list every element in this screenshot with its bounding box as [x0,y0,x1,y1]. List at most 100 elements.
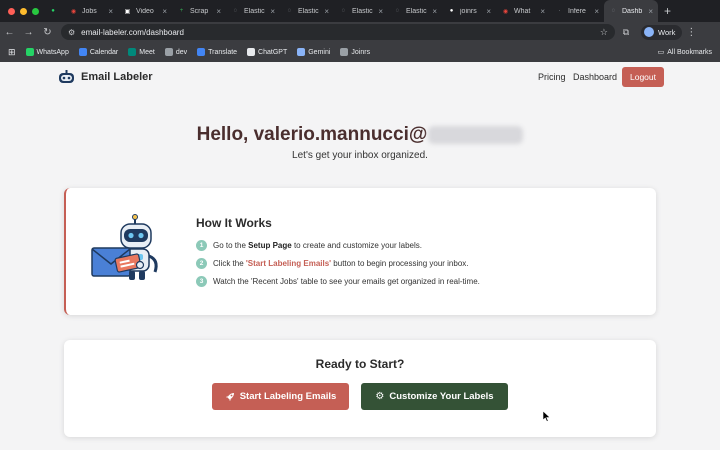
customize-labels-label: Customize Your Labels [389,391,494,402]
forward-icon[interactable]: → [19,27,38,38]
favicon-icon: ◌ [341,8,346,14]
address-bar[interactable]: ⚙ email-labeler.com/dashboard ☆ [61,24,615,40]
bookmark-label: ChatGPT [258,48,288,56]
tab-close-icon[interactable]: × [540,7,545,16]
folder-icon: ▭ [657,49,665,56]
tab-close-icon[interactable]: × [270,7,275,16]
tab-label: joinrs [460,7,477,15]
close-window-button[interactable] [8,7,15,15]
step-number: 2 [196,258,207,269]
tab-label: Dashb [622,7,643,15]
menu-icon[interactable]: ⋮ [682,27,700,38]
step-text-post: to create and customize your labels. [291,241,423,250]
browser-tab[interactable]: ◌ Elastic × [388,0,442,22]
tab-close-icon[interactable]: × [162,7,167,16]
bookmark-item[interactable]: ChatGPT [247,48,287,56]
browser-toolbar: ← → ↻ ⚙ email-labeler.com/dashboard ☆ ⧉ … [0,22,720,42]
tab-label: Elastic [352,7,373,15]
logout-button[interactable]: Logout [622,67,664,87]
favicon-icon: ◌ [611,8,616,14]
bookmark-label: Meet [139,48,155,56]
bookmark-favicon-icon [340,48,349,56]
tab-label: Jobs [82,7,97,15]
all-bookmarks-label: All Bookmarks [667,48,712,56]
bookmark-item[interactable]: Gemini [297,48,330,56]
favicon-icon: · [558,8,561,14]
minimize-window-button[interactable] [20,7,27,15]
tab-close-icon[interactable]: × [216,7,221,16]
nav-pricing-link[interactable]: Pricing [538,72,566,82]
step-text: Click the 'Start Labeling Emails' button… [213,259,469,268]
all-bookmarks-button[interactable]: ▭ All Bookmarks [658,42,712,62]
profile-label: Work [658,27,676,37]
bookmark-favicon-icon [247,48,256,56]
page: Email Labeler Pricing Dashboard Logout H… [0,62,720,450]
step-text: Watch the 'Recent Jobs' table to see you… [213,277,480,286]
favicon-icon: ◌ [233,8,238,14]
bookmark-item[interactable]: dev [164,48,187,56]
step-number: 3 [196,276,207,287]
bookmark-item[interactable]: WhatsApp [25,48,69,56]
browser-tab[interactable]: · Infere × [550,0,604,22]
browser-tab[interactable]: + Scrap × [172,0,226,22]
customize-labels-button[interactable]: ⚙ Customize Your Labels [361,383,508,410]
bookmark-item[interactable]: Joinrs [340,48,370,56]
start-labeling-button[interactable]: Start Labeling Emails [212,383,349,410]
tab-close-icon[interactable]: × [378,7,383,16]
step-text-pre: Go to the [213,241,249,250]
bookmark-favicon-icon [78,48,87,56]
reload-icon[interactable]: ↻ [38,27,57,38]
brand[interactable]: Email Labeler [58,70,153,84]
bookmark-item[interactable]: Meet [128,48,155,56]
browser-tab[interactable]: ▣ Video × [118,0,172,22]
browser-tab[interactable]: ◌ Elastic × [280,0,334,22]
tab-label: Scrap [190,7,209,15]
greeting-text: Hello, valerio.mannucci@ [196,124,428,145]
browser-tab[interactable]: ◉ What × [496,0,550,22]
bookmark-favicon-icon [297,48,306,56]
step-text-post: button to begin processing your inbox. [331,259,469,268]
tab-active[interactable]: ◌ Dashb × [604,0,658,22]
browser-tab[interactable]: ● [42,0,64,22]
tab-close-icon[interactable]: × [594,7,599,16]
browser-tab[interactable]: ◌ Elastic × [226,0,280,22]
new-tab-button[interactable]: + [658,4,677,18]
tab-close-icon[interactable]: × [432,7,437,16]
url-text: email-labeler.com/dashboard [81,27,184,37]
tab-label: Infere [568,7,586,15]
favicon-icon: ◉ [70,8,77,15]
tab-label: Elastic [244,7,265,15]
browser-tab[interactable]: ● joinrs × [442,0,496,22]
extensions-icon[interactable]: ⧉ [615,27,637,38]
browser-tab-strip: ● ◉ Jobs × ▣ Video × + Scrap × ◌ Elastic × ◌ Elastic × ◌… [0,0,720,22]
bookmark-label: Joinrs [351,48,371,56]
favicon-icon: ◌ [395,8,400,14]
browser-tab[interactable]: ◌ Elastic × [334,0,388,22]
back-icon[interactable]: ← [0,27,19,38]
bookmark-item[interactable]: Translate [197,48,237,56]
site-navbar: Email Labeler Pricing Dashboard Logout [0,62,720,94]
favicon-icon: + [179,8,184,14]
browser-tab[interactable]: ◉ Jobs × [64,0,118,22]
tab-label: Elastic [406,7,427,15]
maximize-window-button[interactable] [32,7,39,15]
tab-close-icon[interactable]: × [648,7,653,16]
tab-close-icon[interactable]: × [108,7,113,16]
step-3: 3 Watch the 'Recent Jobs' table to see y… [196,276,480,287]
profile-button[interactable]: Work [641,24,683,40]
bookmark-star-icon[interactable]: ☆ [600,27,608,38]
apps-grid-icon[interactable]: ⊞ [8,47,16,58]
site-info-icon[interactable]: ⚙ [68,28,75,37]
bookmark-item[interactable]: Calendar [78,48,118,56]
tab-close-icon[interactable]: × [486,7,491,16]
tab-label: Elastic [298,7,319,15]
step-text: Go to the Setup Page to create and custo… [213,241,422,250]
step-1: 1 Go to the Setup Page to create and cus… [196,240,422,251]
tab-close-icon[interactable]: × [324,7,329,16]
greeting-subtitle: Let's get your inbox organized. [292,150,428,161]
brand-name: Email Labeler [81,71,153,83]
rocket-icon [225,392,234,401]
setup-page-link[interactable]: Setup Page [248,241,292,250]
gears-icon: ⚙ [375,391,385,402]
nav-dashboard-link[interactable]: Dashboard [573,72,617,82]
